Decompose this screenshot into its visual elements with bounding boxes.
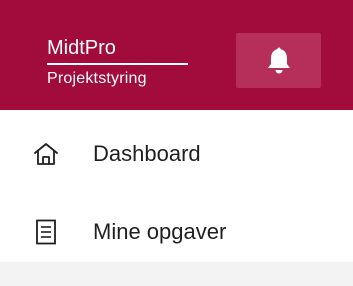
brand-name: MidtPro [47, 37, 116, 59]
nav-item-label: Mine opgaver [93, 219, 227, 244]
app-window: MidtPro Projektstyring Dashboard Mine op… [0, 0, 353, 286]
document-list-icon [33, 219, 59, 245]
nav-item-dashboard[interactable]: Dashboard [0, 126, 353, 182]
brand-logo[interactable]: MidtPro Projektstyring [47, 37, 188, 88]
notifications-button[interactable] [236, 33, 321, 88]
brand-divider [47, 63, 188, 65]
nav-item-mine-opgaver[interactable]: Mine opgaver [0, 204, 353, 260]
nav-item-label: Dashboard [93, 141, 201, 166]
bell-icon [266, 47, 292, 75]
brand-subtitle: Projektstyring [47, 70, 147, 87]
nav-divider-band [0, 262, 353, 286]
home-icon [33, 141, 59, 167]
app-header: MidtPro Projektstyring [0, 0, 353, 110]
